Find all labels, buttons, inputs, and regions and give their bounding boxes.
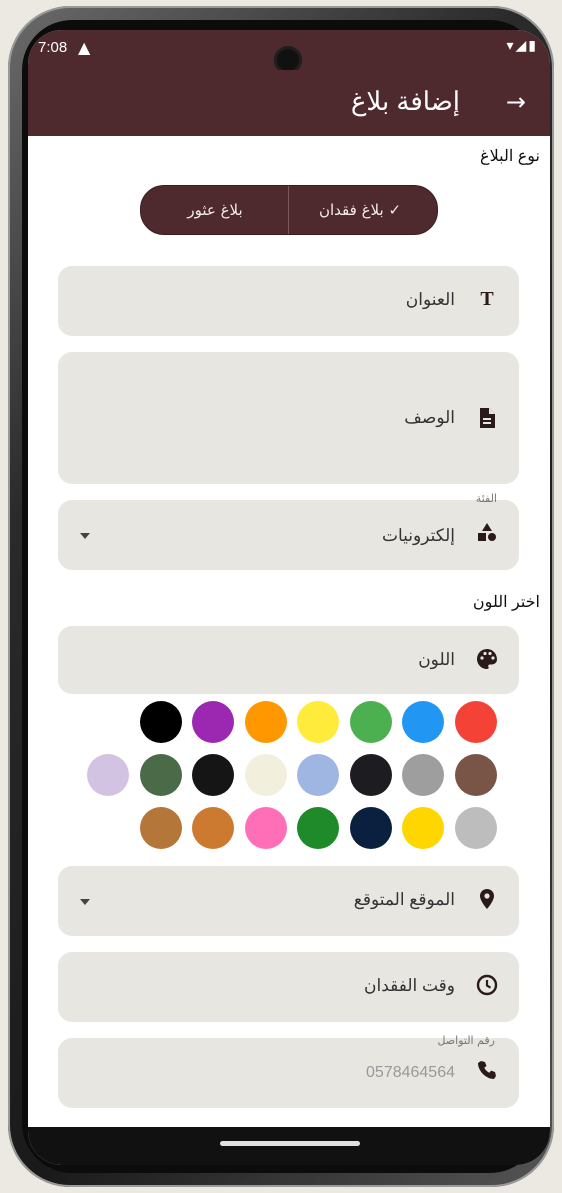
lost-report-label: بلاغ فقدان bbox=[318, 201, 384, 219]
color-swatch[interactable] bbox=[402, 701, 444, 743]
title-field[interactable]: العنوان T bbox=[58, 266, 519, 336]
category-floating-label: الفئة bbox=[475, 492, 497, 505]
document-icon bbox=[475, 407, 499, 434]
phone-icon bbox=[475, 1060, 499, 1085]
color-swatch[interactable] bbox=[297, 701, 339, 743]
category-icon bbox=[475, 522, 499, 547]
arrow-right-icon[interactable]: → bbox=[506, 88, 526, 116]
description-field[interactable]: الوصف bbox=[58, 352, 519, 484]
color-swatch[interactable] bbox=[192, 807, 234, 849]
status-icons: ▾◢▮ bbox=[506, 38, 538, 54]
category-value: إلكترونيات bbox=[381, 526, 455, 545]
app-screen: 7:08 ▲ ▾◢▮ إضافة بلاغ → نوع البلاغ بلاغ … bbox=[28, 30, 550, 1165]
page-title: إضافة بلاغ bbox=[350, 86, 460, 116]
choose-color-label: اختر اللون bbox=[472, 594, 540, 611]
color-swatch[interactable] bbox=[140, 807, 182, 849]
location-pin-icon bbox=[475, 888, 499, 915]
status-time: 7:08 bbox=[38, 39, 68, 56]
clock-icon bbox=[475, 974, 499, 1001]
color-swatch[interactable] bbox=[297, 807, 339, 849]
found-report-label: بلاغ عثور bbox=[187, 201, 243, 219]
report-type-label: نوع البلاغ bbox=[480, 148, 540, 165]
color-swatch[interactable] bbox=[245, 701, 287, 743]
color-swatch[interactable] bbox=[350, 754, 392, 796]
app-bar: إضافة بلاغ → bbox=[28, 70, 550, 136]
color-swatch[interactable] bbox=[455, 701, 497, 743]
phone-floating-label: رقم التواصل bbox=[437, 1034, 495, 1047]
color-swatch[interactable] bbox=[350, 807, 392, 849]
color-placeholder: اللون bbox=[418, 650, 455, 669]
text-icon: T bbox=[480, 288, 494, 310]
color-swatch[interactable] bbox=[455, 807, 497, 849]
chevron-down-icon bbox=[80, 899, 90, 905]
color-swatch[interactable] bbox=[245, 807, 287, 849]
phone-field[interactable]: رقم التواصل 0578464564 bbox=[58, 1034, 519, 1108]
warning-icon: ▲ bbox=[78, 38, 91, 57]
color-swatch[interactable] bbox=[192, 754, 234, 796]
status-bar: 7:08 ▲ ▾◢▮ bbox=[28, 30, 550, 74]
chevron-down-icon bbox=[80, 533, 90, 539]
home-gesture-handle[interactable] bbox=[220, 1141, 360, 1146]
color-swatch[interactable] bbox=[350, 701, 392, 743]
lost-time-field[interactable]: وقت الفقدان bbox=[58, 952, 519, 1022]
color-swatch[interactable] bbox=[245, 754, 287, 796]
description-placeholder: الوصف bbox=[404, 408, 455, 427]
title-placeholder: العنوان bbox=[405, 290, 455, 309]
location-dropdown[interactable]: الموقع المتوقع bbox=[58, 866, 519, 936]
color-swatch[interactable] bbox=[455, 754, 497, 796]
lost-report-button[interactable]: بلاغ فقدان ✓ bbox=[288, 186, 437, 234]
palette-icon bbox=[475, 648, 499, 675]
report-type-toggle: بلاغ عثور بلاغ فقدان ✓ bbox=[140, 185, 438, 235]
check-icon: ✓ bbox=[388, 201, 402, 219]
color-swatch[interactable] bbox=[87, 754, 129, 796]
color-swatch[interactable] bbox=[140, 701, 182, 743]
color-swatch[interactable] bbox=[402, 807, 444, 849]
color-swatch[interactable] bbox=[297, 754, 339, 796]
color-swatch[interactable] bbox=[192, 701, 234, 743]
lost-time-placeholder: وقت الفقدان bbox=[364, 976, 455, 995]
navigation-bar bbox=[28, 1127, 550, 1165]
category-dropdown[interactable]: الفئة إلكترونيات bbox=[58, 492, 519, 570]
location-placeholder: الموقع المتوقع bbox=[353, 890, 455, 909]
color-swatch[interactable] bbox=[140, 754, 182, 796]
color-swatch[interactable] bbox=[402, 754, 444, 796]
phone-value: 0578464564 bbox=[366, 1064, 455, 1081]
found-report-button[interactable]: بلاغ عثور bbox=[141, 186, 289, 234]
color-field[interactable]: اللون bbox=[58, 626, 519, 694]
